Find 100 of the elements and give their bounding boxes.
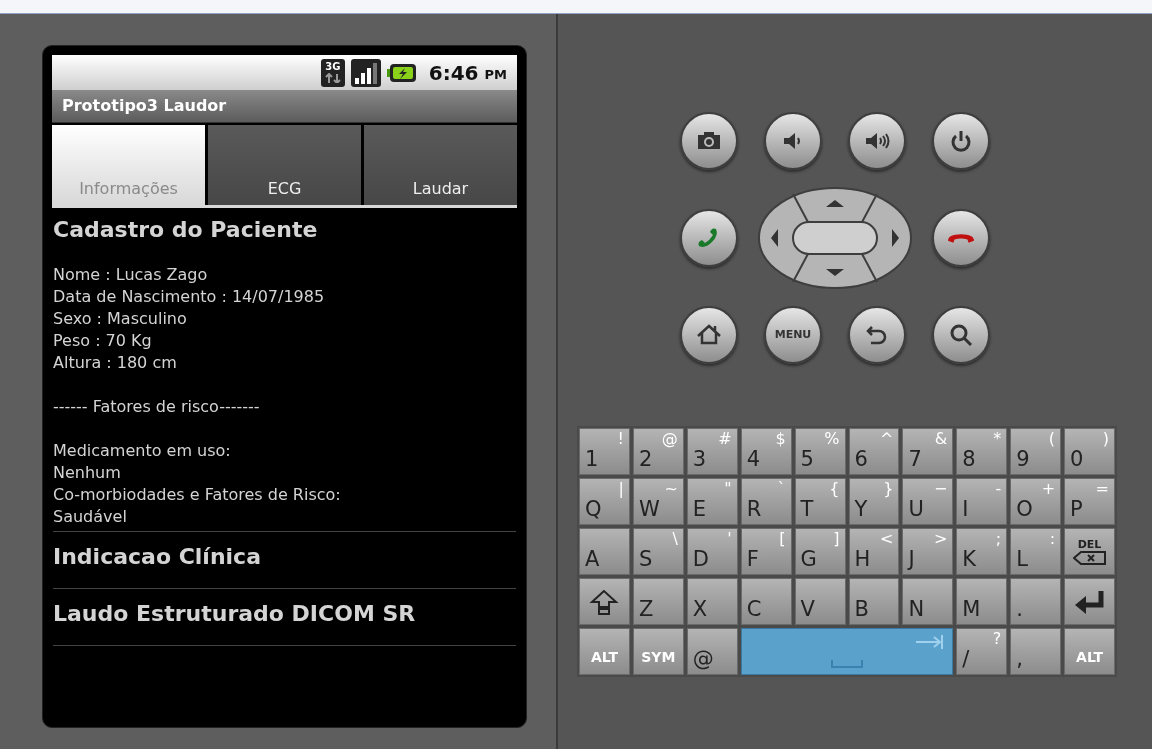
phone-handset-button[interactable]: [680, 209, 738, 267]
keyboard-key[interactable]: / ?: [956, 628, 1008, 675]
key-secondary-symbol: #: [718, 430, 732, 448]
keyboard-key[interactable]: 0 ): [1064, 428, 1115, 475]
shift-key[interactable]: [579, 578, 630, 625]
keyboard-key[interactable]: X: [686, 578, 738, 625]
key-secondary-symbol: %: [824, 430, 840, 448]
keyboard-key[interactable]: K ;: [956, 528, 1008, 575]
keyboard-key[interactable]: M: [956, 578, 1008, 625]
key-secondary-symbol: !: [617, 430, 624, 448]
key-secondary-symbol: ?: [992, 630, 1002, 648]
enter-key[interactable]: [1064, 578, 1115, 625]
keyboard-key[interactable]: R `: [740, 478, 792, 525]
key-secondary-symbol: `: [777, 480, 786, 498]
home-button[interactable]: [680, 306, 738, 364]
volume-up-button[interactable]: [848, 112, 906, 170]
risk-info-line: Medicamento em uso:: [53, 440, 232, 462]
keyboard-key[interactable]: G ]: [794, 528, 846, 575]
keyboard-key[interactable]: 1 !: [579, 428, 630, 475]
tab[interactable]: ECG: [208, 125, 361, 205]
patient-info-line: Altura : 180 cm: [53, 352, 178, 374]
key-secondary-symbol: $: [775, 430, 786, 448]
directional-pad[interactable]: [757, 186, 913, 290]
key-secondary-symbol: [: [779, 530, 786, 548]
keyboard-key[interactable]: I -: [956, 478, 1008, 525]
battery-charging-icon: [386, 62, 417, 83]
keyboard-key[interactable]: B: [848, 578, 900, 625]
keyboard-key[interactable]: @: [686, 628, 738, 675]
keyboard-key[interactable]: Y }: [848, 478, 900, 525]
keyboard-key[interactable]: A: [579, 528, 630, 575]
keyboard-key[interactable]: W ~: [632, 478, 684, 525]
keyboard-key[interactable]: J >: [902, 528, 954, 575]
key-secondary-symbol: @: [661, 430, 678, 448]
signal-icon: [350, 58, 381, 87]
keyboard-key[interactable]: T {: [794, 478, 846, 525]
keyboard-key[interactable]: 7 &: [902, 428, 954, 475]
list-item[interactable]: Indicacao Clínica: [53, 531, 516, 588]
keyboard-key[interactable]: F [: [740, 528, 792, 575]
key-secondary-symbol: ": [724, 480, 732, 498]
key-secondary-symbol: :: [1049, 530, 1056, 548]
keyboard-key[interactable]: ,: [1010, 628, 1062, 675]
key-secondary-symbol: &: [934, 430, 948, 448]
clock-meridiem: PM: [484, 65, 507, 84]
key-secondary-symbol: <: [880, 530, 894, 548]
keyboard-key[interactable]: 6 ^: [848, 428, 900, 475]
space-bar-icon: [831, 660, 863, 668]
key-secondary-symbol: +: [1041, 480, 1056, 498]
shift-arrow-icon: [589, 588, 620, 615]
keyboard-key[interactable]: Z: [632, 578, 684, 625]
keyboard-key[interactable]: H <: [848, 528, 900, 575]
list-item[interactable]: Laudo Estruturado DICOM SR: [53, 588, 516, 645]
keyboard-key[interactable]: 8 *: [956, 428, 1008, 475]
keyboard-key[interactable]: E ": [686, 478, 738, 525]
patient-info-line: Sexo : Masculino: [53, 308, 188, 330]
app-title-bar: Prototipo3 Laudor: [52, 90, 517, 123]
clock-time: 6:46: [428, 59, 479, 87]
keyboard-key[interactable]: S \: [632, 528, 684, 575]
keyboard-key[interactable]: .: [1010, 578, 1062, 625]
delete-key[interactable]: DEL: [1064, 528, 1115, 575]
menu-button[interactable]: MENU: [764, 306, 822, 364]
key-secondary-symbol: =: [1095, 480, 1109, 498]
keyboard-key[interactable]: D ': [686, 528, 738, 575]
risk-info-line: Nenhum: [53, 462, 122, 484]
keyboard-key[interactable]: P =: [1064, 478, 1115, 525]
keyboard-key[interactable]: N: [902, 578, 954, 625]
risk-factors-header: ------ Fatores de risco-------: [53, 396, 261, 418]
key-secondary-symbol: ): [1102, 430, 1109, 448]
power-button[interactable]: [932, 112, 990, 170]
key-secondary-symbol: ': [727, 530, 732, 548]
key-secondary-symbol: ~: [664, 480, 678, 498]
patient-info-line: Nome : Lucas Zago: [53, 264, 209, 286]
back-arrow-button[interactable]: [848, 306, 906, 364]
tab[interactable]: Laudar: [364, 125, 517, 205]
keyboard-key[interactable]: 3 #: [686, 428, 738, 475]
key-secondary-symbol: ^: [880, 430, 894, 448]
key-secondary-symbol: -: [995, 480, 1002, 498]
key-secondary-symbol: |: [618, 480, 624, 498]
phone-handset-button[interactable]: [932, 209, 990, 267]
keyboard-key[interactable]: C: [740, 578, 792, 625]
keyboard-key[interactable]: 4 $: [740, 428, 792, 475]
keyboard-key[interactable]: L :: [1010, 528, 1062, 575]
network-type-icon: 3G: [320, 58, 345, 87]
key-secondary-symbol: −: [933, 480, 948, 498]
risk-info-line: Saudável: [53, 506, 128, 528]
key-secondary-symbol: ;: [995, 530, 1002, 548]
volume-down-button[interactable]: [764, 112, 822, 170]
phone-handset-icon: [948, 232, 974, 244]
patient-info-line: Data de Nascimento : 14/07/1985: [53, 286, 326, 308]
keyboard-key[interactable]: O +: [1010, 478, 1062, 525]
camera-button[interactable]: [680, 112, 738, 170]
keyboard-key[interactable]: 2 @: [632, 428, 684, 475]
search-button[interactable]: [932, 306, 990, 364]
keyboard-key[interactable]: 5 %: [794, 428, 846, 475]
keyboard-key[interactable]: U −: [902, 478, 954, 525]
keyboard-key[interactable]: 9 (: [1010, 428, 1062, 475]
keyboard-key[interactable]: V: [794, 578, 846, 625]
key-secondary-symbol: }: [883, 480, 894, 498]
key-secondary-symbol: *: [993, 430, 1002, 448]
backspace-icon: [1072, 550, 1107, 565]
keyboard-key[interactable]: Q |: [579, 478, 630, 525]
